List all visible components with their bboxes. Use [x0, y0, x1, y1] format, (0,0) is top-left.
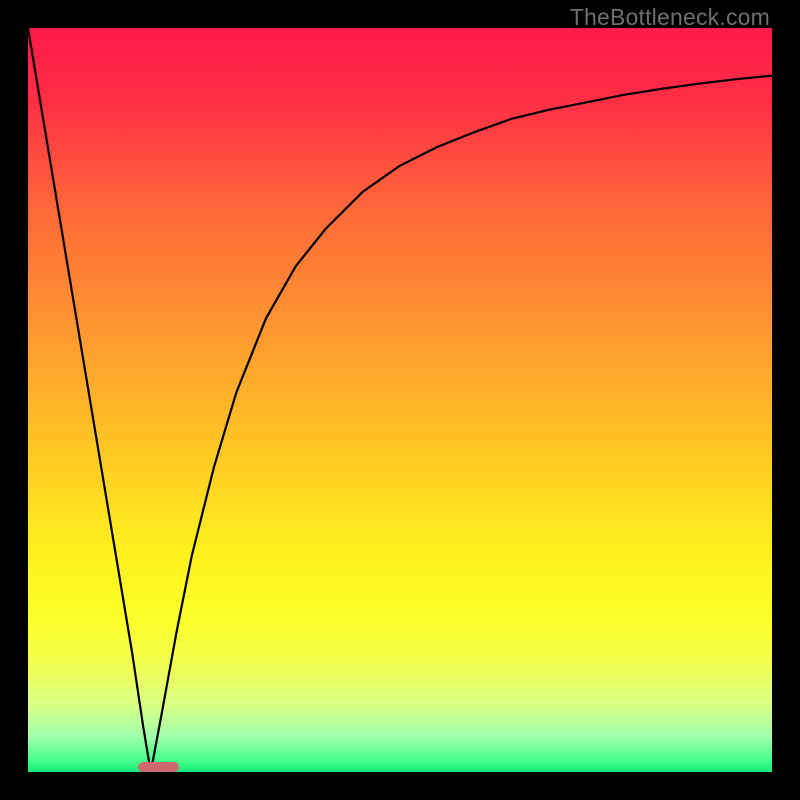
chart-frame: TheBottleneck.com: [0, 0, 800, 800]
watermark-text: TheBottleneck.com: [570, 4, 770, 31]
plot-area: [28, 28, 772, 772]
optimal-marker: [138, 762, 179, 772]
background-gradient: [28, 28, 772, 772]
